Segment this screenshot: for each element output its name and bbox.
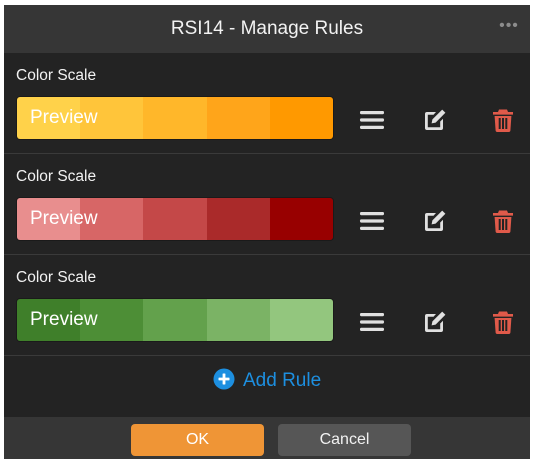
rule-label: Color Scale xyxy=(16,168,97,185)
trash-icon[interactable] xyxy=(490,208,516,234)
add-rule-button[interactable]: Add Rule xyxy=(213,368,321,394)
color-swatch xyxy=(206,97,270,139)
dialog-title: RSI14 - Manage Rules xyxy=(170,18,364,39)
menu-icon[interactable] xyxy=(359,107,385,133)
color-swatch xyxy=(143,198,207,240)
dialog-titlebar: RSI14 - Manage Rules ••• xyxy=(4,5,530,53)
color-swatch xyxy=(269,97,333,139)
rule-label: Color Scale xyxy=(16,67,97,84)
preview-text: Preview xyxy=(30,309,98,330)
color-swatch xyxy=(206,198,270,240)
ellipsis-icon[interactable]: ••• xyxy=(498,17,520,39)
color-swatch xyxy=(143,299,207,341)
trash-icon[interactable] xyxy=(490,107,516,133)
ok-button[interactable]: OK xyxy=(131,424,264,456)
edit-icon[interactable] xyxy=(422,208,448,234)
color-scale-preview[interactable]: Preview xyxy=(16,298,334,342)
menu-icon[interactable] xyxy=(359,208,385,234)
rule-row-2: Color Scale Preview xyxy=(4,154,530,255)
edit-icon[interactable] xyxy=(422,309,448,335)
rule-label: Color Scale xyxy=(16,269,97,286)
color-scale-preview[interactable]: Preview xyxy=(16,96,334,140)
edit-icon[interactable] xyxy=(422,107,448,133)
trash-icon[interactable] xyxy=(490,309,516,335)
rule-row-3: Color Scale Preview xyxy=(4,255,530,356)
color-swatch xyxy=(269,299,333,341)
preview-text: Preview xyxy=(30,107,98,128)
color-swatch xyxy=(143,97,207,139)
cancel-button[interactable]: Cancel xyxy=(278,424,411,456)
preview-text: Preview xyxy=(30,208,98,229)
color-scale-preview[interactable]: Preview xyxy=(16,197,334,241)
plus-circle-icon xyxy=(213,368,235,395)
rule-row-1: Color Scale Preview xyxy=(4,53,530,154)
menu-icon[interactable] xyxy=(359,309,385,335)
add-rule-label: Add Rule xyxy=(243,370,322,391)
manage-rules-dialog: RSI14 - Manage Rules ••• Color Scale Pre… xyxy=(4,5,530,459)
color-swatch xyxy=(269,198,333,240)
color-swatch xyxy=(206,299,270,341)
dialog-footer: OK Cancel xyxy=(4,417,530,459)
